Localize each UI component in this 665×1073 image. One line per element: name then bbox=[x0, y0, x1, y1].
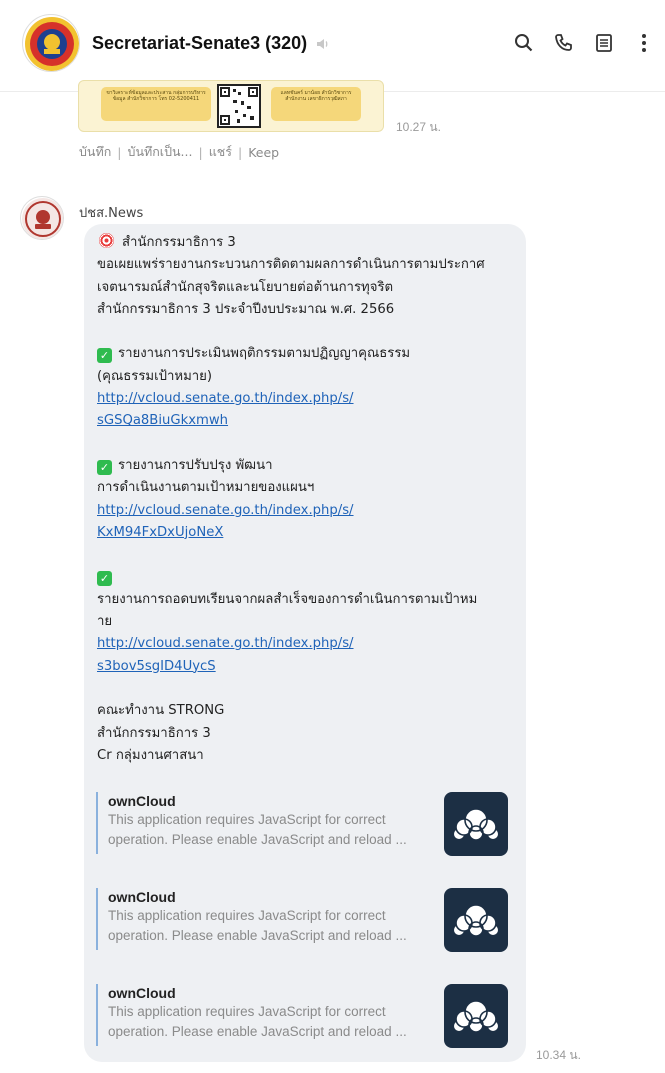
separator: | bbox=[237, 144, 243, 160]
text-line: สำนักกรรมาธิการ 3 ประจำปีงบประมาณ พ.ศ. 2… bbox=[97, 301, 395, 317]
text-span: รายงานการประเมินพฤติกรรมตามปฏิญญาคุณธรรม bbox=[118, 346, 411, 362]
owncloud-logo-icon bbox=[444, 888, 508, 952]
text-line: ขอเผยแพร่รายงานกระบวนการติดตามผลการดำเนิ… bbox=[97, 257, 485, 273]
check-mark-icon: ✓ bbox=[97, 348, 112, 364]
text-line: เจตนารมณ์สำนักสุจริตและนโยบายต่อต้านการท… bbox=[97, 279, 394, 295]
phone-icon[interactable] bbox=[553, 32, 575, 54]
notes-icon[interactable] bbox=[593, 32, 615, 54]
link-preview-card[interactable]: ownCloud This application requires JavaS… bbox=[96, 792, 516, 856]
link-preview-card[interactable]: ownCloud This application requires JavaS… bbox=[96, 984, 516, 1048]
text-line: สำนักกรรมาธิการ 3 bbox=[97, 725, 211, 741]
text-line: สำนักกรรมาธิการ 3 bbox=[97, 232, 519, 254]
separator: | bbox=[198, 144, 203, 160]
image-actions: บันทึก | บันทึกเป็น... | แชร์ | Keep bbox=[79, 142, 279, 162]
image-text-box: แลทชันคร์ มาน้อย สำนักวิชาการ สำนักงาน เ… bbox=[271, 87, 361, 121]
text-line: ✓ bbox=[97, 566, 519, 588]
mute-icon bbox=[315, 36, 331, 52]
separator: | bbox=[117, 144, 122, 160]
preview-desc-line: operation. Please enable JavaScript and … bbox=[108, 928, 407, 943]
preview-desc-line: This application requires JavaScript for… bbox=[108, 1004, 386, 1019]
link-preview-card[interactable]: ownCloud This application requires JavaS… bbox=[96, 888, 516, 952]
text-line: รายงานการถอดบทเรียนจากผลสำเร็จของการดำเน… bbox=[97, 591, 478, 607]
previous-image-message[interactable]: ขาวิเคราะห์ข้อมูลและประสาน กลุ่มการบริหา… bbox=[78, 80, 384, 132]
link-2-part-2[interactable]: KxM94FxDxUjoNeX bbox=[97, 522, 519, 544]
text-line: ✓ รายงานการปรับปรุง พัฒนา bbox=[97, 455, 519, 477]
check-mark-icon: ✓ bbox=[97, 459, 112, 475]
text-line: Cr กลุ่มงานศาสนา bbox=[97, 747, 204, 763]
message-time: 10.27 น. bbox=[396, 120, 441, 134]
qr-code-image bbox=[217, 84, 261, 128]
link-2-part-1[interactable]: http://vcloud.senate.go.th/index.php/s/ bbox=[97, 500, 519, 522]
save-as-action[interactable]: บันทึกเป็น... bbox=[128, 142, 193, 162]
link-1-part-2[interactable]: sGSQa8BiuGkxmwh bbox=[97, 410, 519, 432]
check-mark-icon: ✓ bbox=[97, 571, 112, 587]
link-3-part-2[interactable]: s3bov5sgID4UycS bbox=[97, 656, 519, 678]
link-3-part-1[interactable]: http://vcloud.senate.go.th/index.php/s/ bbox=[97, 633, 519, 655]
share-action[interactable]: แชร์ bbox=[209, 142, 232, 162]
message-text: สำนักกรรมาธิการ 3 ขอเผยแพร่รายงานกระบวนก… bbox=[97, 232, 519, 767]
preview-description: This application requires JavaScript for… bbox=[108, 906, 438, 946]
text-line: (คุณธรรมเป้าหมาย) bbox=[97, 368, 213, 384]
sender-avatar[interactable] bbox=[20, 196, 64, 240]
save-action[interactable]: บันทึก bbox=[79, 142, 111, 162]
image-text: แลทชันคร์ มาน้อย สำนักวิชาการ สำนักงาน เ… bbox=[280, 90, 352, 102]
text-span: รายงานการปรับปรุง พัฒนา bbox=[118, 457, 273, 473]
chat-title-text: Secretariat-Senate3 (320) bbox=[92, 33, 308, 53]
sender-name: ปชส.News bbox=[79, 206, 144, 221]
image-text-box: ขาวิเคราะห์ข้อมูลและประสาน กลุ่มการบริหา… bbox=[101, 87, 211, 121]
chat-header: Secretariat-Senate3 (320) bbox=[0, 0, 665, 92]
preview-description: This application requires JavaScript for… bbox=[108, 810, 438, 850]
text-line: การดำเนินงานตามเป้าหมายของแผนฯ bbox=[97, 480, 315, 496]
text-span: สำนักกรรมาธิการ 3 bbox=[122, 235, 236, 250]
group-avatar[interactable] bbox=[22, 14, 80, 72]
text-line: ✓ รายงานการประเมินพฤติกรรมตามปฏิญญาคุณธรร… bbox=[97, 343, 519, 365]
link-1-part-1[interactable]: http://vcloud.senate.go.th/index.php/s/ bbox=[97, 388, 519, 410]
text-line: าย bbox=[97, 614, 113, 630]
text-line: คณะทำงาน STRONG bbox=[97, 703, 225, 719]
preview-desc-line: This application requires JavaScript for… bbox=[108, 908, 386, 923]
image-text: ขาวิเคราะห์ข้อมูลและประสาน กลุ่มการบริหา… bbox=[106, 90, 206, 102]
preview-description: This application requires JavaScript for… bbox=[108, 1002, 438, 1042]
message-time: 10.34 น. bbox=[536, 1048, 581, 1062]
preview-desc-line: This application requires JavaScript for… bbox=[108, 812, 386, 827]
preview-desc-line: operation. Please enable JavaScript and … bbox=[108, 832, 407, 847]
preview-desc-line: operation. Please enable JavaScript and … bbox=[108, 1024, 407, 1039]
search-icon[interactable] bbox=[513, 32, 535, 54]
owncloud-logo-icon bbox=[444, 984, 508, 1048]
target-emoji-icon bbox=[99, 233, 114, 248]
keep-action[interactable]: Keep bbox=[248, 145, 279, 160]
more-icon[interactable] bbox=[633, 32, 655, 54]
chat-title: Secretariat-Senate3 (320) bbox=[92, 33, 331, 54]
owncloud-logo-icon bbox=[444, 792, 508, 856]
